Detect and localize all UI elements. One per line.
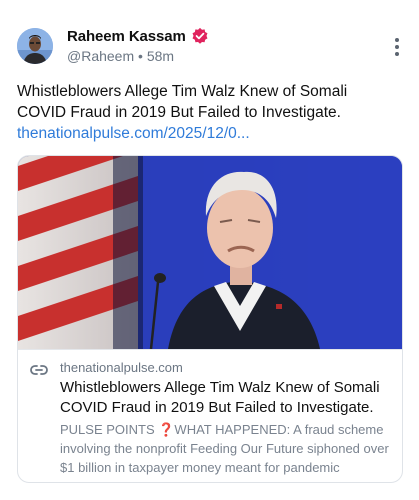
author-name[interactable]: Raheem Kassam [67, 28, 186, 45]
card-description: PULSE POINTS ❓WHAT HAPPENED: A fraud sch… [60, 422, 389, 475]
card-image[interactable] [18, 156, 402, 349]
more-vertical-icon[interactable] [387, 36, 407, 58]
post-header: Raheem Kassam @Raheem • 58m [17, 24, 407, 74]
link-preview-card[interactable]: thenationalpulse.com Whistleblowers Alle… [17, 155, 403, 483]
post-time[interactable]: 58m [147, 48, 174, 64]
card-title[interactable]: Whistleblowers Allege Tim Walz Knew of S… [60, 378, 396, 418]
author-handle[interactable]: @Raheem [67, 48, 134, 64]
card-body[interactable]: thenationalpulse.com Whistleblowers Alle… [18, 349, 402, 482]
post-link[interactable]: thenationalpulse.com/2025/12/0... [17, 123, 250, 144]
card-domain: thenationalpulse.com [60, 360, 183, 375]
post-meta: @Raheem • 58m [67, 48, 174, 64]
verified-badge-icon [192, 27, 208, 44]
link-icon [30, 365, 48, 375]
meta-separator: • [138, 48, 143, 64]
post-text: Whistleblowers Allege Tim Walz Knew of S… [17, 83, 348, 121]
avatar[interactable] [17, 28, 53, 64]
